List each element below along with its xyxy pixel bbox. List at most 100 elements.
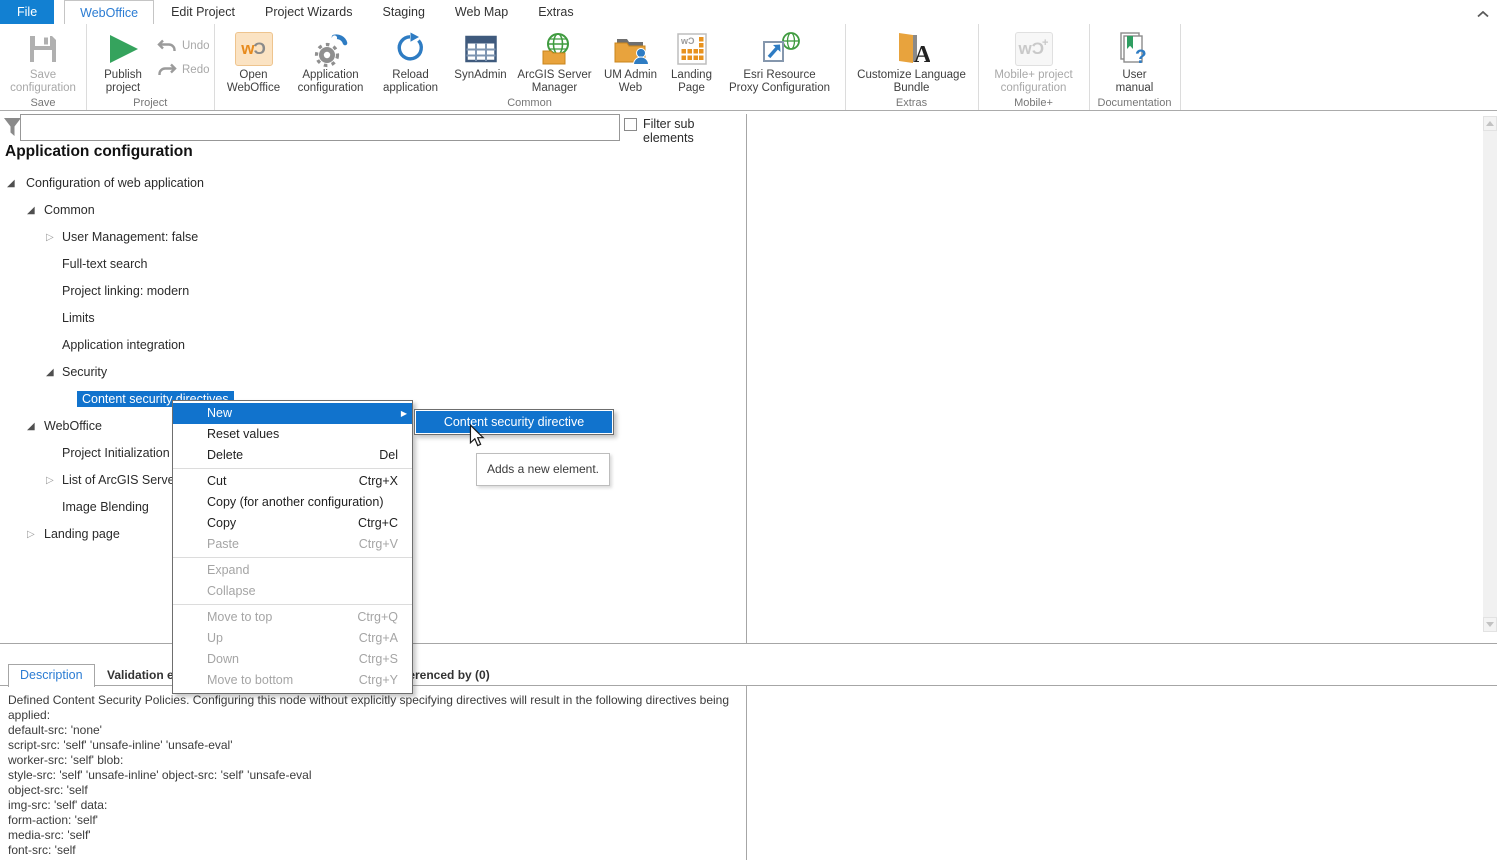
tab-extras[interactable]: Extras [523,0,588,24]
menu-item-copy[interactable]: Copy Ctrg+C [173,513,412,534]
menu-item-label: Down [207,652,239,666]
filter-sub-elements-checkbox[interactable] [624,118,637,131]
menu-item-reset-values[interactable]: Reset values [173,424,412,445]
description-line: font-src: 'self [8,843,742,858]
filter-input[interactable] [20,114,620,141]
submenu-item-content-security-directive[interactable]: Content security directive [416,411,612,433]
um-admin-web-button[interactable]: UM AdminWeb [597,26,665,95]
play-icon [105,33,141,65]
ribbon-group-project: PublishprojectUndoRedoProject [87,24,215,110]
menu-item-shortcut: Ctrg+Q [357,607,398,628]
gear-wrench-icon [314,31,348,68]
tree-collapse-icon[interactable]: ◢ [7,177,15,191]
tree-expand-icon[interactable]: ▷ [27,528,35,542]
menu-item-label: Copy (for another configuration) [207,495,383,509]
synadmin-button[interactable]: SynAdmin [449,26,513,82]
mouse-cursor [468,424,485,452]
tab-project-wizards[interactable]: Project Wizards [250,0,368,24]
tree-item-configuration-of-web-application[interactable]: ◢ Configuration of web application [0,171,740,198]
tree-expand-icon[interactable]: ▷ [46,231,54,245]
menu-item-expand: Expand [173,560,412,581]
tab-edit-project[interactable]: Edit Project [156,0,250,24]
open-weboffice-button[interactable]: wƆOpenWebOffice [219,26,289,95]
menu-item-label: Move to bottom [207,673,293,687]
tree-item-label: Image Blending [62,500,149,514]
globe-folder-icon [537,33,573,65]
ribbon-tab-strip: File WebOfficeEdit ProjectProject Wizards… [0,0,1497,24]
context-submenu: Content security directive [414,409,614,435]
description-line: Defined Content Security Policies. Confi… [8,693,742,708]
customize-language-bundle-button[interactable]: ACustomize LanguageBundle [850,26,974,95]
application-configuration-button[interactable]: Applicationconfiguration [289,26,373,95]
menu-item-shortcut: Del [379,445,398,466]
vertical-splitter-top[interactable] [746,114,747,643]
esri-resource-proxy-configuration-button[interactable]: Esri ResourceProxy Configuration [719,26,841,95]
menu-item-label: Collapse [207,584,256,598]
scroll-up-button[interactable] [1483,116,1497,131]
page-title: Application configuration [5,143,193,161]
ribbon-group-common: wƆOpenWebOfficeApplicationconfigurationR… [215,24,846,110]
tab-file[interactable]: File [0,0,54,24]
tab-weboffice[interactable]: WebOffice [64,0,154,24]
tree-item-full-text-search[interactable]: Full-text search [0,252,740,279]
tree-collapse-icon[interactable]: ◢ [27,204,35,218]
menu-item-cut[interactable]: CutCtrg+X [173,471,412,492]
publish-project-button[interactable]: Publishproject [91,26,155,95]
vertical-splitter-bottom[interactable] [746,686,747,860]
menu-item-new[interactable]: New ▶ [173,403,412,424]
chevron-up-icon[interactable] [1477,5,1489,23]
menu-item-label: Delete [207,448,243,462]
ribbon-group-label: Documentation [1090,97,1180,109]
description-line: object-src: 'self [8,783,742,798]
scroll-down-button[interactable] [1483,617,1497,632]
tree-item-label: Full-text search [62,257,147,271]
description-line: img-src: 'self' data: [8,798,742,813]
tree-item-project-linking-modern[interactable]: Project linking: modern [0,279,740,306]
arcgis-server-manager-button[interactable]: ArcGIS ServerManager [513,26,597,95]
tree-item-common[interactable]: ◢Common [0,198,740,225]
bottom-tab-description[interactable]: Description [8,664,95,687]
tree-item-label: Configuration of web application [26,176,204,190]
tree-item-label: WebOffice [44,419,102,433]
ribbon-group-label: Project [87,97,214,109]
menu-item-label: Reset values [207,427,279,441]
filter-bar: Filter sub elements [0,112,746,144]
undo-button: Undo [157,38,210,53]
tree-item-security[interactable]: ◢ Security [0,360,740,387]
menu-item-move-to-top: Move to topCtrg+Q [173,607,412,628]
menu-item-shortcut: Ctrg+C [358,513,398,534]
tree-expand-icon[interactable]: ▷ [46,474,54,488]
reload-application-button[interactable]: Reloadapplication [373,26,449,95]
tab-web-map[interactable]: Web Map [440,0,523,24]
tree-item-label: User Management: false [62,230,198,244]
landing-page-button[interactable]: wƆLandingPage [665,26,719,95]
menu-item-delete[interactable]: Delete Del [173,445,412,466]
tree-item-label: Project Initialization [62,446,170,460]
user-manual-label: Usermanual [1116,69,1154,95]
svg-text:A: A [914,42,930,66]
main-scrollbar[interactable] [1483,116,1497,632]
menu-item-label: Paste [207,537,239,551]
tree-item-limits[interactable]: Limits [0,306,740,333]
submenu-arrow-icon: ▶ [401,403,407,424]
svg-text:?: ? [1135,47,1147,66]
user-manual-button[interactable]: ? Usermanual [1094,26,1176,95]
menu-separator [173,604,412,605]
menu-item-label: Copy [207,516,236,530]
menu-item-label: New [207,406,232,420]
filter-sub-elements-label: Filter sub elements [643,117,746,145]
tree-item-user-management-false[interactable]: ▷ User Management: false [0,225,740,252]
tree-item-label: Security [62,365,107,379]
tab-staging[interactable]: Staging [368,0,440,24]
menu-separator [173,557,412,558]
ribbon-group-label: Mobile+ [979,97,1089,109]
menu-item-collapse: Collapse [173,581,412,602]
menu-item-shortcut: Ctrg+A [359,628,398,649]
manual-icon: ? [1118,32,1152,66]
mobile-plus-project-configuration-button: wƆ+Mobile+ projectconfiguration [983,26,1085,95]
tree-collapse-icon[interactable]: ◢ [46,366,54,380]
tree-collapse-icon[interactable]: ◢ [27,420,35,434]
tree-item-application-integration[interactable]: Application integration [0,333,740,360]
menu-item-copy-for-another-configuration[interactable]: Copy (for another configuration) [173,492,412,513]
weboffice-admin-window: FileWebOfficeEdit ProjectProject Wizards… [0,0,1497,860]
